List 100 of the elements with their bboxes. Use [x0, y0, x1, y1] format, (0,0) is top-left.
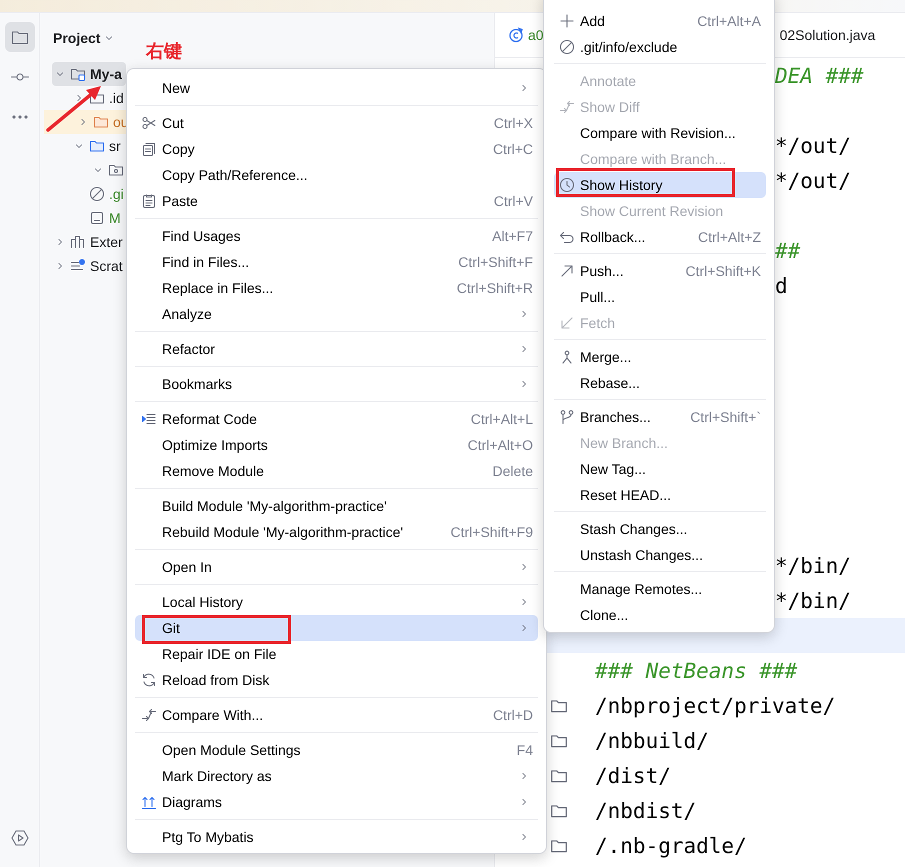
shortcut-label: Ctrl+V [494, 193, 533, 209]
diagram-icon [141, 794, 157, 810]
code-line: /dist/ [595, 764, 671, 788]
menu-item[interactable]: Cut Ctrl+X [135, 110, 538, 136]
tree-row[interactable]: .gi [40, 182, 128, 206]
shortcut-label: F4 [516, 742, 533, 758]
shortcut-label: Ctrl+Alt+L [470, 411, 533, 427]
tree-label: M [109, 210, 121, 226]
annotation-arrow [46, 86, 101, 132]
menu-item[interactable]: Find Usages Alt+F7 [135, 223, 538, 249]
folder-icon [93, 114, 109, 130]
menu-item[interactable]: Open In [135, 554, 538, 580]
menu-item[interactable]: Manage Remotes... [554, 576, 766, 602]
shortcut-label: Ctrl+Alt+O [468, 437, 533, 453]
menu-item[interactable]: Reformat Code Ctrl+Alt+L [135, 406, 538, 432]
menu-item[interactable]: Ptg To Mybatis [135, 824, 538, 850]
tree-row[interactable]: Scrat [40, 254, 127, 278]
indent-icon [141, 411, 157, 427]
menu-item[interactable]: Rebase... [554, 370, 766, 396]
tree-label: sr [109, 138, 121, 154]
more-icon [12, 115, 28, 119]
menu-item[interactable]: Pull... [554, 284, 766, 310]
menu-item[interactable]: Repair IDE on File [135, 641, 538, 667]
folder-icon [89, 138, 105, 154]
reload-icon [141, 672, 157, 688]
compare-icon [559, 99, 575, 115]
menu-item[interactable]: Rebuild Module 'My-algorithm-practice' Ctrl+Shift+F9 [135, 519, 538, 545]
menu-item[interactable]: Unstash Changes... [554, 542, 766, 568]
code-line: d [775, 274, 788, 298]
code-line: */bin/ [775, 554, 851, 578]
menu-item[interactable]: New Tag... [554, 456, 766, 482]
menu-item[interactable]: Replace in Files... Ctrl+Shift+R [135, 275, 538, 301]
menu-item[interactable]: Git [135, 615, 538, 641]
menu-item[interactable]: Compare With... Ctrl+D [135, 702, 538, 728]
code-line: /.nb-gradle/ [595, 834, 747, 858]
tree-row[interactable]: My-a [52, 62, 126, 86]
code-line: /nbdist/ [595, 798, 696, 822]
shortcut-label: Ctrl+Shift+R [456, 280, 533, 296]
code-comment: DEA ### [775, 64, 864, 88]
tree-row[interactable]: .id [40, 86, 128, 110]
tree-row[interactable]: sr [40, 134, 125, 158]
shortcut-label: Ctrl+Alt+A [697, 13, 761, 29]
library-icon [70, 234, 86, 250]
code-line: */bin/ [775, 588, 851, 612]
menu-item[interactable]: Add Ctrl+Alt+A [554, 8, 766, 34]
menu-item[interactable]: Copy Ctrl+C [135, 136, 538, 162]
menu-item[interactable]: Bookmarks [135, 371, 538, 397]
menu-item[interactable]: Reset HEAD... [554, 482, 766, 508]
shortcut-label: Ctrl+Shift+F [458, 254, 533, 270]
tab-label[interactable]: 02Solution.java [780, 27, 876, 43]
branch-icon [559, 409, 575, 425]
menu-item[interactable]: Copy Path/Reference... [135, 162, 538, 188]
menu-item[interactable]: Optimize Imports Ctrl+Alt+O [135, 432, 538, 458]
menu-item[interactable]: Refactor [135, 336, 538, 362]
clipboard-icon [141, 193, 157, 209]
menu-item[interactable]: Analyze [135, 301, 538, 327]
scissors-icon [141, 115, 157, 131]
run-icon [10, 828, 30, 848]
menu-item[interactable]: Mark Directory as [135, 763, 538, 789]
menu-item[interactable]: Diagrams [135, 789, 538, 815]
code-line: */out/ [775, 134, 851, 158]
shortcut-label: Ctrl+Shift+K [686, 263, 761, 279]
menu-item[interactable]: New [135, 75, 538, 101]
tool-window-button[interactable] [4, 22, 34, 52]
ignore-icon [89, 186, 105, 202]
menu-item[interactable]: Stash Changes... [554, 516, 766, 542]
menu-item[interactable]: Compare with Revision... [554, 120, 766, 146]
shortcut-label: Delete [492, 463, 533, 479]
shortcut-label: Ctrl+X [494, 115, 533, 131]
code-comment: ### NetBeans ### [595, 658, 798, 682]
shortcut-label: Ctrl+D [492, 707, 533, 723]
tree-row[interactable]: Exter [40, 230, 127, 254]
menu-item[interactable]: Build Module 'My-algorithm-practice' [135, 493, 538, 519]
shortcut-label: Ctrl+Alt+Z [698, 229, 761, 245]
menu-item[interactable]: Clone... [554, 602, 766, 628]
menu-item[interactable]: Local History [135, 589, 538, 615]
plus-icon [559, 13, 575, 29]
tree-label: Exter [90, 234, 123, 250]
tab-label[interactable]: a0 [528, 27, 544, 43]
ignore-icon [559, 39, 575, 55]
menu-item[interactable]: Push... Ctrl+Shift+K [554, 258, 766, 284]
package-icon [108, 162, 124, 178]
file-icon [89, 210, 105, 226]
compare-icon [141, 707, 157, 723]
clock-icon [559, 177, 575, 193]
undo-icon [559, 229, 575, 245]
menu-item[interactable]: Branches... Ctrl+Shift+` [554, 404, 766, 430]
menu-item[interactable]: Open Module Settings F4 [135, 737, 538, 763]
menu-item[interactable]: Remove Module Delete [135, 458, 538, 484]
shortcut-label: Alt+F7 [492, 228, 533, 244]
menu-item[interactable]: Rollback... Ctrl+Alt+Z [554, 224, 766, 250]
panel-title[interactable]: Project [53, 30, 100, 46]
copy-icon [141, 141, 157, 157]
menu-item[interactable]: Reload from Disk [135, 667, 538, 693]
menu-item[interactable]: Merge... [554, 344, 766, 370]
menu-item[interactable]: .git/info/exclude [554, 34, 766, 60]
shortcut-label: Ctrl+Shift+F9 [450, 524, 533, 540]
menu-item[interactable]: Find in Files... Ctrl+Shift+F [135, 249, 538, 275]
tree-row[interactable]: M [40, 206, 125, 230]
menu-item[interactable]: Paste Ctrl+V [135, 188, 538, 214]
